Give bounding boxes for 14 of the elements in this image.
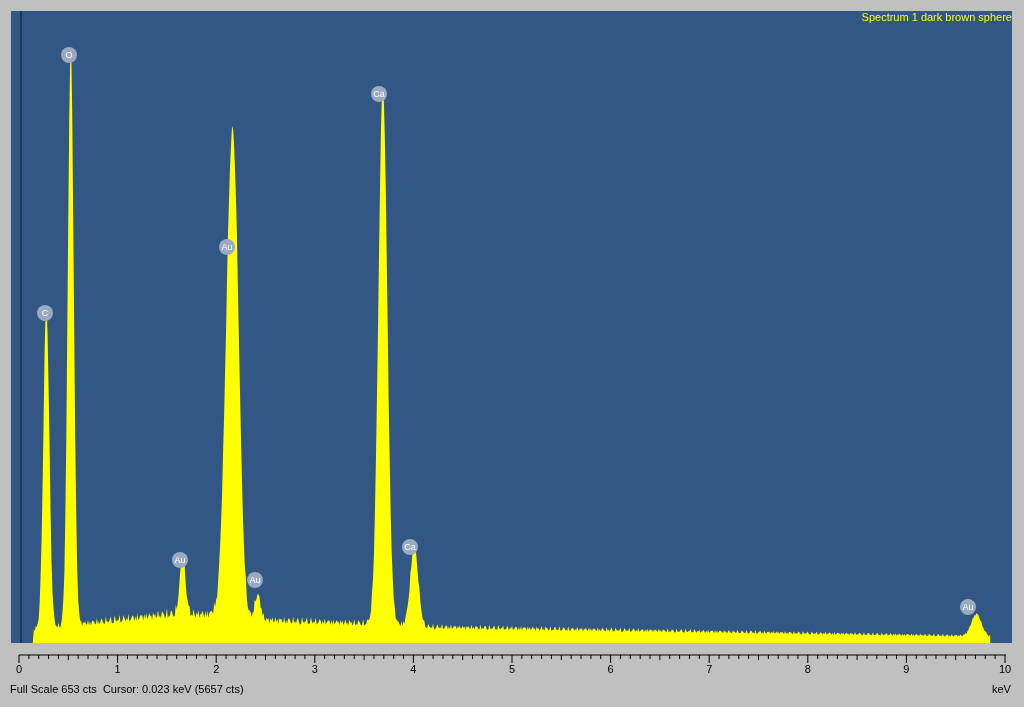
spectrum-title: Spectrum 1 dark brown sphere <box>861 12 1012 23</box>
axis-tick-label: 8 <box>803 664 812 675</box>
axis-tick-label: 1 <box>113 664 122 675</box>
axis-unit: keV <box>992 684 1011 695</box>
axis-tick-label: 2 <box>212 664 221 675</box>
axis-tick-label: 7 <box>705 664 714 675</box>
axis-tick-label: 4 <box>409 664 418 675</box>
axis-tick-label: 6 <box>606 664 615 675</box>
axis-tick-label: 5 <box>507 664 517 675</box>
status-text: Full Scale 653 cts Cursor: 0.023 keV (5657 cts) <box>10 684 244 695</box>
axis-tick-label: 0 <box>14 664 24 675</box>
axis-tick-label: 3 <box>310 664 319 675</box>
axis-tick-label: 10 <box>997 664 1013 675</box>
axis-tick-label: 9 <box>902 664 911 675</box>
